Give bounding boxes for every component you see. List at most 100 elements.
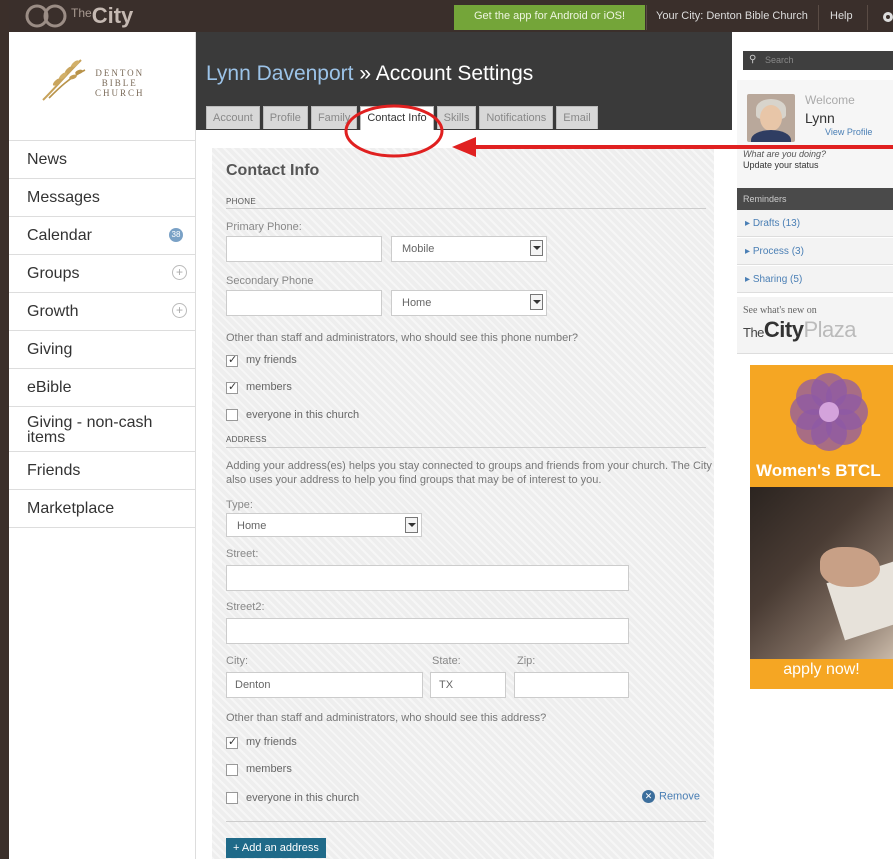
tab-email[interactable]: Email [556, 106, 598, 129]
top-bar: The City Get the app for Android or iOS!… [9, 0, 893, 32]
user-name-link[interactable]: Lynn Davenport [206, 62, 353, 85]
welcome-box: Welcome Lynn View Profile What are you d… [737, 80, 893, 189]
calendar-count-badge: 38 [169, 228, 183, 242]
nav-groups[interactable]: Groups + [9, 255, 195, 293]
city-input[interactable]: Denton [226, 672, 423, 698]
address-friends-label: my friends [246, 736, 297, 748]
state-input[interactable]: TX [430, 672, 506, 698]
gear-icon [883, 12, 893, 22]
nav-friends[interactable]: Friends [9, 452, 195, 490]
address-type-label: Type: [226, 499, 253, 511]
phone-visibility-question: Other than staff and administrators, who… [226, 332, 579, 344]
nav-marketplace[interactable]: Marketplace [9, 490, 195, 528]
settings-menu[interactable] [867, 5, 893, 30]
address-members-checkbox[interactable] [226, 764, 238, 776]
wheat-icon [42, 59, 86, 101]
welcome-label: Welcome [805, 93, 855, 107]
city-label: City: [226, 655, 248, 667]
secondary-phone-type-select[interactable]: Home [391, 290, 547, 316]
phone-everyone-checkbox[interactable] [226, 409, 238, 421]
reminder-drafts[interactable]: ▸ Drafts (13) [737, 210, 893, 237]
street2-label: Street2: [226, 601, 265, 613]
nav-giving-noncash[interactable]: Giving - non-cash items [9, 407, 195, 452]
tab-account[interactable]: Account [206, 106, 260, 129]
panel-title: Contact Info [226, 162, 320, 179]
divider [226, 447, 706, 448]
tab-family[interactable]: Family [310, 106, 358, 129]
nav-ebible[interactable]: eBible [9, 369, 195, 407]
logo-city: City [91, 3, 134, 28]
search-placeholder: Search [765, 55, 794, 65]
help-link[interactable]: Help [818, 5, 864, 30]
phone-friends-label: my friends [246, 354, 297, 366]
secondary-phone-input[interactable] [226, 290, 382, 316]
primary-phone-label: Primary Phone: [226, 221, 302, 233]
expand-plus-icon[interactable]: + [172, 303, 187, 318]
primary-phone-type-select[interactable]: Mobile [391, 236, 547, 262]
state-label: State: [432, 655, 461, 667]
nav-messages[interactable]: Messages [9, 179, 195, 217]
primary-phone-input[interactable] [226, 236, 382, 262]
update-status-link[interactable]: Update your status [743, 160, 819, 170]
tab-skills[interactable]: Skills [436, 106, 477, 129]
address-info-text: Adding your address(es) helps you stay c… [226, 460, 712, 486]
address-friends-checkbox[interactable] [226, 735, 238, 749]
contact-info-panel: Contact Info PHONE Primary Phone: Mobile… [212, 148, 714, 859]
page-header: Lynn Davenport » Account Settings Accoun… [196, 32, 732, 130]
nav-giving[interactable]: Giving [9, 331, 195, 369]
address-everyone-checkbox[interactable] [226, 792, 238, 804]
get-app-link[interactable]: Get the app for Android or iOS! [454, 5, 645, 30]
the-city-logo[interactable]: The City [21, 2, 133, 30]
address-section-heading: ADDRESS [226, 435, 267, 444]
address-members-label: members [246, 763, 292, 775]
user-first-name: Lynn [805, 110, 835, 126]
phone-members-checkbox[interactable] [226, 380, 238, 394]
remove-address-link[interactable]: ✕ Remove [642, 790, 700, 803]
church-logo[interactable]: DENTON BIBLE CHURCH [9, 32, 195, 141]
chevron-down-icon [530, 240, 543, 256]
tab-profile[interactable]: Profile [262, 106, 308, 129]
city-plaza-banner[interactable]: See what's new on TheCityPlaza [737, 297, 893, 354]
church-name: DENTON BIBLE CHURCH [95, 68, 145, 98]
status-prompt: What are you doing? [743, 149, 827, 159]
ad-title: Women's BTCL [756, 461, 881, 480]
right-sidebar: ⚲ Search Welcome Lynn View Profile What … [737, 32, 893, 859]
reminder-process[interactable]: ▸ Process (3) [737, 238, 893, 265]
plaza-tagline: See what's new on [743, 305, 817, 316]
zip-input[interactable] [514, 672, 629, 698]
tab-contact-info[interactable]: Contact Info [360, 106, 434, 130]
page: The City Get the app for Android or iOS!… [9, 0, 893, 859]
search-input[interactable]: ⚲ Search [743, 51, 893, 70]
divider [226, 208, 706, 209]
reminder-sharing[interactable]: ▸ Sharing (5) [737, 266, 893, 293]
ad-photo [750, 487, 893, 659]
address-visibility-question: Other than staff and administrators, who… [226, 712, 547, 724]
apply-now-link[interactable]: apply now! [750, 661, 893, 679]
close-icon: ✕ [642, 790, 655, 803]
view-profile-link[interactable]: View Profile [825, 127, 872, 137]
divider [226, 821, 706, 822]
plaza-logo: TheCityPlaza [743, 317, 857, 342]
street-input[interactable] [226, 565, 629, 591]
womens-btcl-ad[interactable]: Women's BTCL apply now! [750, 365, 893, 689]
phone-everyone-label: everyone in this church [246, 409, 360, 421]
sidebar: DENTON BIBLE CHURCH News Messages Calend… [9, 32, 196, 859]
phone-friends-checkbox[interactable] [226, 353, 238, 367]
your-city-link[interactable]: Your City: Denton Bible Church [646, 5, 817, 30]
phone-members-label: members [246, 381, 292, 393]
nav-news[interactable]: News [9, 141, 195, 179]
search-icon: ⚲ [749, 54, 757, 65]
add-address-button[interactable]: + Add an address [226, 838, 326, 858]
secondary-phone-label: Secondary Phone [226, 275, 314, 287]
tab-notifications[interactable]: Notifications [479, 106, 554, 129]
avatar[interactable] [747, 94, 795, 142]
nav-growth[interactable]: Growth + [9, 293, 195, 331]
expand-plus-icon[interactable]: + [172, 265, 187, 280]
street-label: Street: [226, 548, 259, 560]
window-frame [0, 0, 9, 859]
settings-tabs: Account Profile Family Contact Info Skil… [206, 106, 598, 130]
nav-calendar[interactable]: Calendar 38 [9, 217, 195, 255]
address-type-select[interactable]: Home [226, 513, 422, 537]
logo-the: The [71, 6, 92, 20]
street2-input[interactable] [226, 618, 629, 644]
